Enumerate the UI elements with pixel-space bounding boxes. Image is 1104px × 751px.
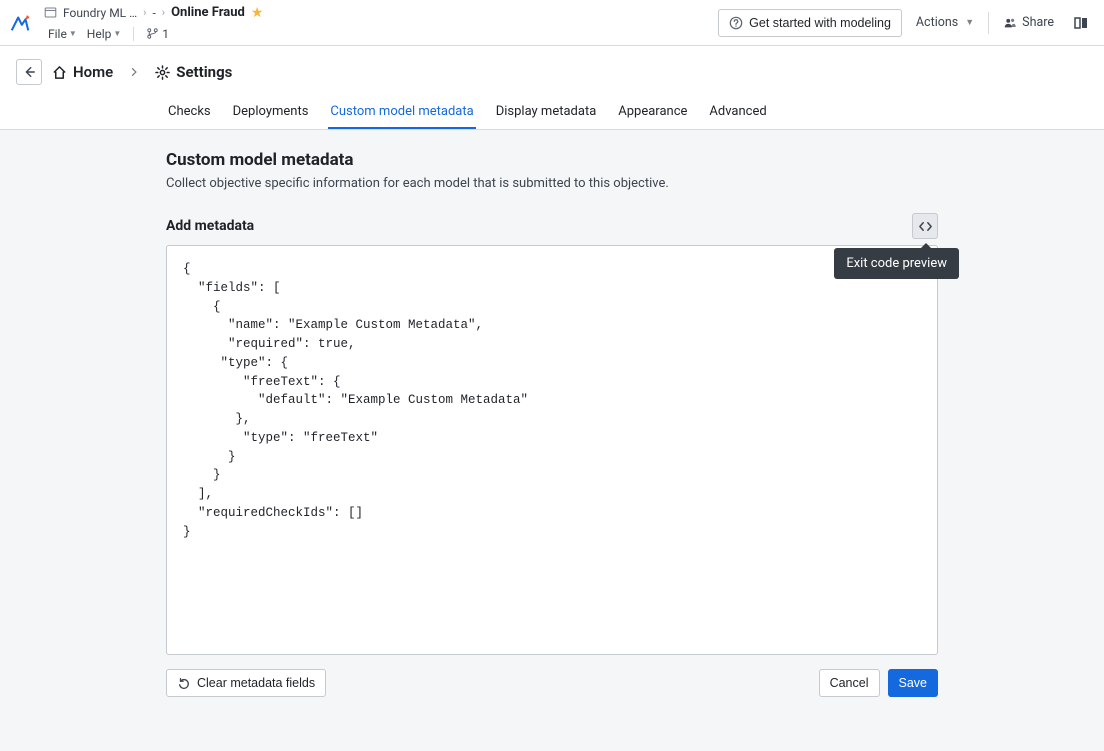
people-icon <box>1003 16 1017 30</box>
panel-icon <box>1073 15 1089 31</box>
subheader: Home Settings <box>0 46 1104 98</box>
code-preview-toggle[interactable]: Exit code preview <box>912 213 938 239</box>
metadata-code-editor[interactable]: { "fields": [ { "name": "Example Custom … <box>166 245 938 655</box>
divider <box>133 27 134 41</box>
panel-toggle-button[interactable] <box>1068 10 1094 36</box>
section-label: Add metadata <box>166 218 254 234</box>
home-crumb[interactable]: Home <box>52 63 113 81</box>
caret-down-icon: ▼ <box>69 29 77 38</box>
branch-indicator[interactable]: 1 <box>142 27 173 41</box>
caret-down-icon: ▼ <box>113 29 121 38</box>
get-started-label: Get started with modeling <box>749 16 891 30</box>
app-logo[interactable] <box>0 0 40 45</box>
breadcrumb: Foundry ML … › - › Online Fraud ★ <box>44 2 718 24</box>
back-button[interactable] <box>16 59 42 85</box>
breadcrumb-sep: › <box>143 6 146 19</box>
menu-help[interactable]: Help▼ <box>83 27 126 41</box>
tab-display-metadata[interactable]: Display metadata <box>494 96 599 129</box>
tab-deployments[interactable]: Deployments <box>231 96 311 129</box>
section-header: Add metadata Exit code preview <box>166 213 938 239</box>
tab-appearance[interactable]: Appearance <box>616 96 689 129</box>
tooltip: Exit code preview <box>834 248 959 279</box>
arrow-left-icon <box>22 65 36 79</box>
tabstrip: Checks Deployments Custom model metadata… <box>0 98 1104 130</box>
help-icon <box>729 16 743 30</box>
caret-down-icon: ▼ <box>965 17 974 28</box>
content: Custom model metadata Collect objective … <box>0 130 1104 751</box>
footer-actions: Clear metadata fields Cancel Save <box>166 669 938 697</box>
breadcrumb-mid[interactable]: - <box>152 6 155 20</box>
breadcrumb-current[interactable]: Online Fraud <box>171 5 245 20</box>
tab-advanced[interactable]: Advanced <box>707 96 768 129</box>
undo-icon <box>177 676 191 690</box>
breadcrumb-app[interactable]: Foundry ML … <box>63 6 137 20</box>
chevron-right-icon <box>129 67 139 77</box>
tab-checks[interactable]: Checks <box>166 96 213 129</box>
topbar-left: Foundry ML … › - › Online Fraud ★ File▼ … <box>40 0 718 45</box>
star-icon[interactable]: ★ <box>251 5 264 21</box>
window-icon <box>44 6 57 19</box>
actions-menu[interactable]: Actions ▼ <box>912 9 978 36</box>
tab-custom-model-metadata[interactable]: Custom model metadata <box>328 96 475 129</box>
get-started-button[interactable]: Get started with modeling <box>718 9 902 37</box>
breadcrumb-sep: › <box>162 6 165 19</box>
code-icon <box>918 219 933 234</box>
divider <box>988 12 989 34</box>
share-button[interactable]: Share <box>999 9 1058 36</box>
gear-icon <box>155 65 170 80</box>
save-button[interactable]: Save <box>888 669 939 697</box>
topbar: Foundry ML … › - › Online Fraud ★ File▼ … <box>0 0 1104 46</box>
settings-crumb: Settings <box>155 63 232 81</box>
clear-metadata-label: Clear metadata fields <box>197 676 315 690</box>
page-description: Collect objective specific information f… <box>166 176 938 191</box>
branch-icon <box>146 27 159 40</box>
clear-metadata-button[interactable]: Clear metadata fields <box>166 669 326 697</box>
logo-icon <box>9 12 31 34</box>
page-title: Custom model metadata <box>166 150 938 170</box>
menu-file[interactable]: File▼ <box>44 27 81 41</box>
topbar-right: Get started with modeling Actions ▼ Shar… <box>718 0 1094 45</box>
cancel-button[interactable]: Cancel <box>819 669 880 697</box>
home-icon <box>52 65 67 80</box>
menubar: File▼ Help▼ 1 <box>44 24 718 44</box>
